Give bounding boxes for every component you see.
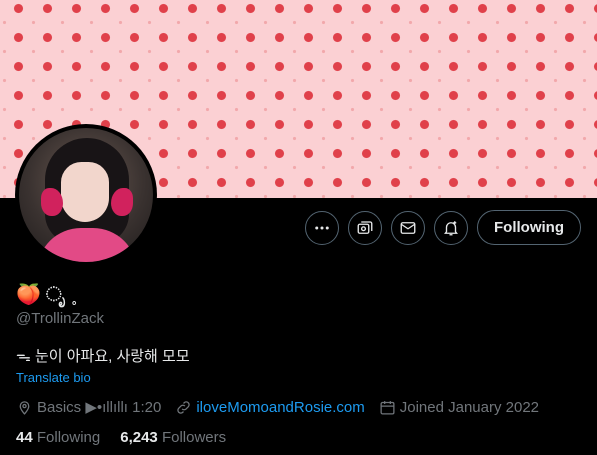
profile-avatar[interactable]	[15, 124, 157, 266]
following-button[interactable]: Following	[477, 210, 581, 245]
avatar-photo	[19, 128, 153, 262]
followers-stat[interactable]: 6,243 Followers	[120, 429, 226, 446]
display-name: 🍑 ೃ ˳	[16, 284, 78, 306]
location-text: Basics ▶•ıllıllı 1:20	[37, 399, 162, 416]
following-label: Following	[36, 429, 101, 446]
profile-meta: Basics ▶•ıllıllı 1:20 iloveMomoandRosie.…	[16, 398, 553, 416]
joined-item: Joined January 2022	[379, 399, 539, 416]
joined-date: Joined January 2022	[399, 398, 540, 416]
profile-bio: ᯓ 눈이 아파요, 사랑해 모모	[16, 348, 190, 365]
notify-icon	[444, 220, 458, 235]
website-link[interactable]: iloveMomoandRosie.com	[196, 399, 364, 416]
following-count: 44	[16, 429, 33, 446]
more-icon	[315, 226, 329, 229]
location-item: Basics ▶•ıllıllı 1:20	[16, 398, 161, 416]
more-button[interactable]	[305, 210, 340, 245]
notify-button[interactable]	[434, 210, 469, 245]
calendar-icon	[380, 400, 395, 415]
follow-stats: 44 Following 6,243 Followers	[16, 429, 246, 446]
followers-count: 6,243	[120, 429, 158, 446]
message-icon	[400, 221, 416, 234]
link-icon	[177, 400, 191, 414]
followers-label: Followers	[161, 429, 227, 446]
user-handle: @TrollinZack	[16, 310, 105, 327]
translate-bio-link[interactable]: Translate bio	[16, 370, 91, 385]
subscriptions-icon	[357, 220, 373, 234]
message-button[interactable]	[391, 210, 426, 245]
following-stat[interactable]: 44 Following	[16, 429, 100, 446]
profile-actions: Following	[305, 210, 581, 245]
website-item: iloveMomoandRosie.com	[175, 399, 365, 416]
location-icon	[19, 400, 30, 415]
subscriptions-button[interactable]	[348, 210, 383, 245]
